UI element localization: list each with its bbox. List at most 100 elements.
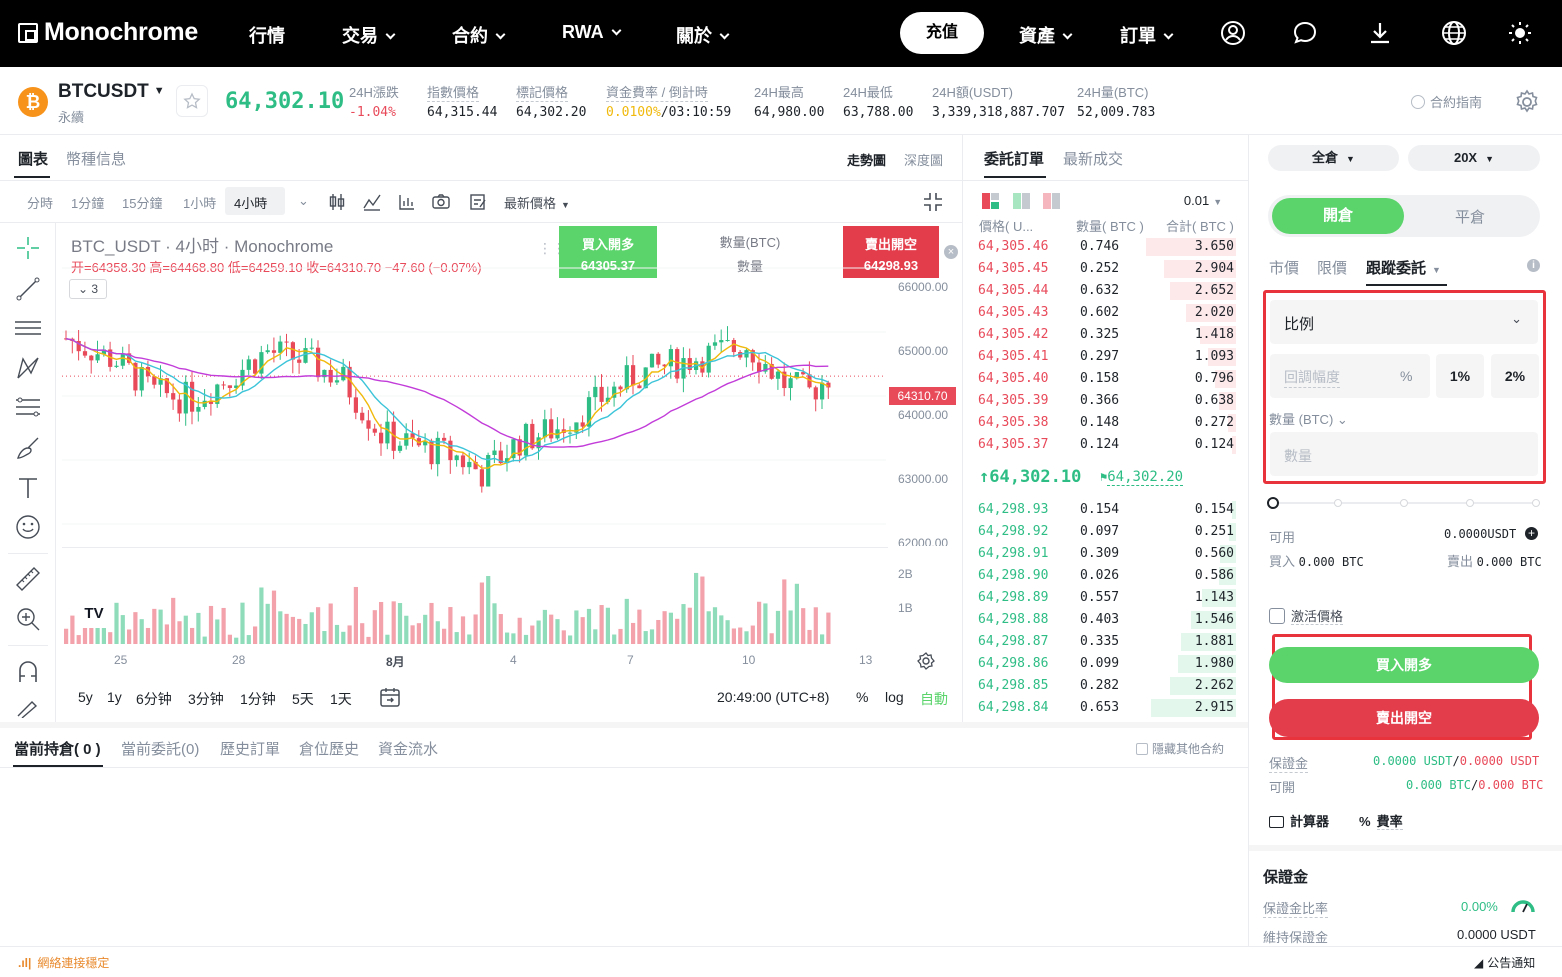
ask-row[interactable]: 64,305.46 0.746 3.650 [978,236,1236,258]
info-icon[interactable]: i [1527,259,1540,272]
bid-row[interactable]: 64,298.84 0.653 2.915 [978,697,1236,719]
calculator-button[interactable]: 計算器 [1269,811,1329,830]
quantity-input[interactable]: 數量 [1270,432,1538,476]
download-icon[interactable] [1367,20,1393,46]
ruler-icon[interactable] [14,565,42,593]
view-trend[interactable]: 走勢圖 [847,150,886,169]
tradingview-logo[interactable]: TV [77,600,111,628]
quick-1pct-button[interactable]: 1% [1436,354,1484,398]
ask-row[interactable]: 64,305.43 0.602 2.020 [978,302,1236,324]
chart-settings-icon[interactable] [916,651,936,671]
open-position-tab[interactable]: 開倉 [1272,198,1404,234]
ask-row[interactable]: 64,305.40 0.158 0.796 [978,368,1236,390]
ask-row[interactable]: 64,305.37 0.124 0.124 [978,434,1236,456]
nav-orders[interactable]: 訂單 [1120,22,1174,48]
settings-gear-icon[interactable] [1514,89,1540,115]
ask-row[interactable]: 64,305.45 0.252 2.904 [978,258,1236,280]
quick-2pct-button[interactable]: 2% [1491,354,1539,398]
range-6min[interactable]: 6分钟 [136,689,172,709]
tab-chart[interactable]: 圖表 [18,148,48,169]
sell-short-button[interactable]: 賣出開空 [1269,699,1539,737]
ask-row[interactable]: 64,305.39 0.366 0.638 [978,390,1236,412]
close-widget-icon[interactable]: × [944,245,958,259]
qty-unit-select[interactable]: 數量 (BTC) ⌄ [1269,409,1348,428]
ratio-select[interactable]: 比例 ⌄ [1270,300,1538,344]
interval-1m[interactable]: 1分鐘 [71,193,104,212]
compare-icon[interactable] [397,192,417,212]
tab-position-history[interactable]: 倉位歷史 [299,738,359,759]
bid-row[interactable]: 64,298.90 0.026 0.586 [978,565,1236,587]
orderbook-both-view-icon[interactable] [982,193,1000,209]
bid-row[interactable]: 64,298.86 0.099 1.980 [978,653,1236,675]
log-toggle[interactable]: log [885,689,904,705]
brush-icon[interactable] [14,434,42,462]
slider-handle[interactable] [1267,497,1279,509]
globe-icon[interactable] [1441,20,1467,46]
bid-row[interactable]: 64,298.85 0.282 2.262 [978,675,1236,697]
fee-rate-button[interactable]: % 費率 [1359,811,1403,830]
slider-mark-50[interactable] [1400,499,1408,507]
crosshair-icon[interactable] [14,234,42,262]
tab-current-positions[interactable]: 當前持倉( 0 ) [14,738,101,759]
range-5y[interactable]: 5y [78,689,93,705]
user-icon[interactable] [1220,20,1246,46]
fib-retracement-icon[interactable] [14,394,42,422]
nav-assets[interactable]: 資產 [1019,22,1073,48]
bid-row[interactable]: 64,298.91 0.309 0.560 [978,543,1236,565]
zoom-in-icon[interactable] [14,605,42,633]
slider-mark-75[interactable] [1466,499,1474,507]
sun-icon[interactable] [1507,20,1533,46]
favorite-button[interactable] [176,85,208,117]
candlestick-type-icon[interactable] [327,192,347,212]
bid-row[interactable]: 64,298.87 0.335 1.881 [978,631,1236,653]
slider-mark-25[interactable] [1334,499,1342,507]
tab-recent-trades[interactable]: 最新成交 [1063,148,1123,169]
candlestick-chart[interactable] [56,226,886,646]
ask-row[interactable]: 64,305.44 0.632 2.652 [978,280,1236,302]
nav-about[interactable]: 關於 [676,22,730,48]
nav-futures[interactable]: 合約 [452,22,506,48]
interval-more-chevron-icon[interactable]: ⌄ [298,193,309,209]
tab-order-book[interactable]: 委託訂單 [984,148,1044,169]
symbol-selector[interactable]: BTCUSDT ▼ [58,81,165,103]
margin-mode-select[interactable]: 全倉 ▼ [1268,145,1399,171]
deposit-button[interactable]: 充值 [900,12,984,54]
leverage-select[interactable]: 20X ▼ [1408,145,1540,171]
edit-note-icon[interactable] [468,192,488,212]
precision-select[interactable]: 0.01 ▼ [1173,191,1233,211]
tab-coin-info[interactable]: 幣種信息 [66,148,126,169]
camera-icon[interactable] [431,192,451,212]
orderbook-asks-view-icon[interactable] [1043,193,1061,209]
announcement-link[interactable]: ◢ 公告通知 [1474,954,1535,971]
view-depth[interactable]: 深度圖 [904,150,943,169]
ask-row[interactable]: 64,305.38 0.148 0.272 [978,412,1236,434]
range-1min[interactable]: 1分钟 [240,689,276,709]
bid-row[interactable]: 64,298.92 0.097 0.251 [978,521,1236,543]
range-1d[interactable]: 1天 [330,689,352,709]
tab-open-orders[interactable]: 當前委託(0) [121,738,199,759]
callback-rate-input[interactable]: 回調幅度 % [1270,354,1430,398]
close-position-tab[interactable]: 平倉 [1404,206,1536,227]
percent-toggle[interactable]: % [856,689,868,705]
brand-logo[interactable]: Monochrome [18,18,198,47]
contract-guide-link[interactable]: 合約指南 [1411,92,1482,111]
emoji-icon[interactable] [14,513,42,541]
fullscreen-icon[interactable] [922,191,944,213]
activation-price-checkbox[interactable]: 激活價格 [1269,606,1344,625]
range-3min[interactable]: 3分钟 [188,689,224,709]
interval-timeline[interactable]: 分時 [27,193,53,212]
nav-rwa[interactable]: RWA [562,22,622,43]
interval-1h[interactable]: 1小時 [183,193,216,212]
pattern-tool-icon[interactable] [14,354,42,382]
magnet-icon[interactable] [14,658,42,686]
price-type-select[interactable]: 最新價格 ▼ [504,193,570,212]
bid-row[interactable]: 64,298.93 0.154 0.154 [978,499,1236,521]
ask-row[interactable]: 64,305.42 0.325 1.418 [978,324,1236,346]
ask-row[interactable]: 64,305.41 0.297 1.093 [978,346,1236,368]
lock-drawing-icon[interactable] [14,696,42,718]
buy-long-button[interactable]: 買入開多 [1269,647,1539,683]
nav-trade[interactable]: 交易 [342,22,396,48]
bid-row[interactable]: 64,298.89 0.557 1.143 [978,587,1236,609]
date-range-icon[interactable] [379,686,401,708]
text-tool-icon[interactable] [14,474,42,502]
